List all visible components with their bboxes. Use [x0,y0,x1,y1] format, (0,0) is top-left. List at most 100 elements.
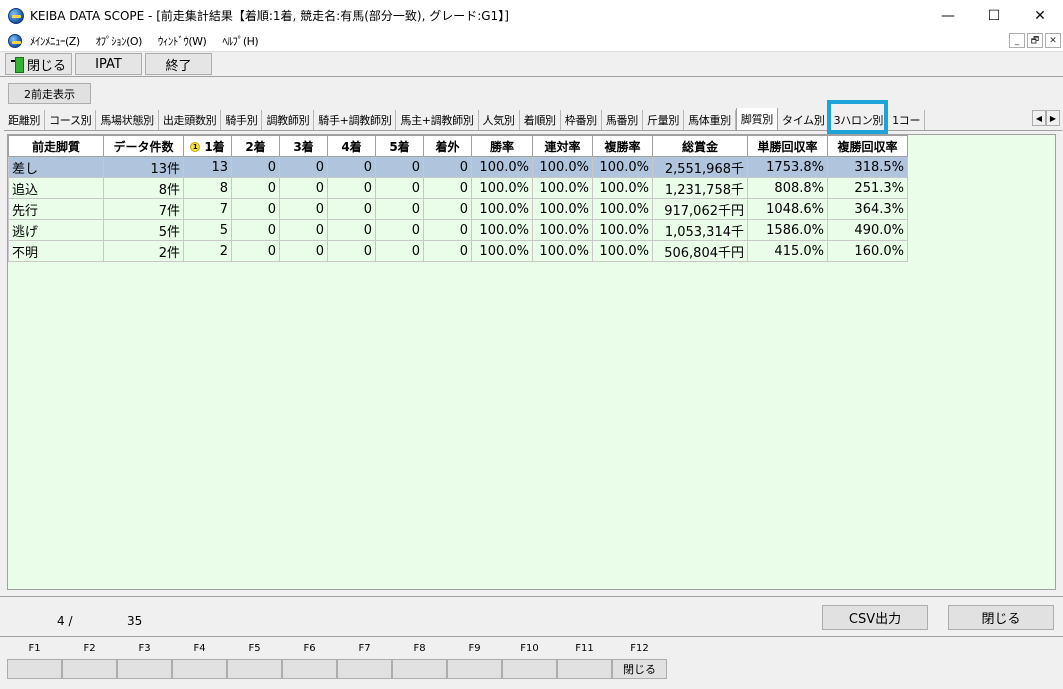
col-header-total-prize[interactable]: 総賞金 [652,135,748,157]
record-total: 35 [127,614,143,628]
cell: 0 [327,156,376,178]
exit-door-icon [10,57,24,73]
results-table: 前走脚質 データ件数 1 1着 2着 3着 4着 5着 着外 勝率 連対率 複勝率… [8,135,908,262]
mdi-close-button[interactable]: ✕ [1045,33,1061,48]
tab-jockey[interactable]: 騎手別 [221,110,263,130]
minimize-button[interactable]: — [925,0,971,31]
tab-body-weight[interactable]: 馬体重別 [684,110,736,130]
tab-time[interactable]: タイム別 [778,110,830,130]
fkey-f5: F5 [227,637,282,679]
cell: 8件 [103,177,184,199]
toolbar-close-button[interactable]: 閉じる [5,53,72,75]
col-header-3rd[interactable]: 3着 [279,135,328,157]
cell: 100.0% [471,219,533,241]
menu-main[interactable]: ﾒｲﾝﾒﾆｭｰ(Z) [30,33,80,49]
col-header-2nd[interactable]: 2着 [231,135,280,157]
col-header-4th[interactable]: 4着 [327,135,376,157]
col-header-win-return[interactable]: 単勝回収率 [747,135,828,157]
maximize-button[interactable]: ☐ [971,0,1017,31]
tab-frame[interactable]: 枠番別 [561,110,602,130]
prev-race-2-button[interactable]: 2前走表示 [8,83,91,104]
cell: 1,053,314千 [652,219,748,241]
table-row[interactable]: 逃げ 5件 5 0 0 0 0 0 100.0% 100.0% 100.0% 1… [8,219,908,241]
fkey-button[interactable] [227,659,282,679]
cell: 0 [231,177,280,199]
col-header-running-style[interactable]: 前走脚質 [8,135,104,157]
cell: 251.3% [827,177,908,199]
fkey-f12-close-button[interactable]: 閉じる [612,659,667,679]
tab-scroll-buttons: ◀ ▶ [1032,110,1060,126]
col-header-5th[interactable]: 5着 [375,135,424,157]
fkey-button[interactable] [62,659,117,679]
col-header-out[interactable]: 着外 [423,135,472,157]
fkey-f9: F9 [447,637,502,679]
cell: 7 [183,198,232,220]
tab-corner1[interactable]: 1コー [888,110,926,130]
col-header-data-count[interactable]: データ件数 [103,135,184,157]
tab-trainer[interactable]: 調教師別 [262,110,315,130]
mdi-globe-icon[interactable] [8,34,22,48]
cell: 0 [279,156,328,178]
table-row[interactable]: 差し 13件 13 0 0 0 0 0 100.0% 100.0% 100.0%… [8,156,908,178]
csv-export-button[interactable]: CSV出力 [822,605,928,630]
fkey-button[interactable] [557,659,612,679]
fkey-button[interactable] [282,659,337,679]
table-row[interactable]: 追込 8件 8 0 0 0 0 0 100.0% 100.0% 100.0% 1… [8,177,908,199]
tab-popularity[interactable]: 人気別 [479,110,520,130]
cell: 追込 [8,177,104,199]
menu-help[interactable]: ﾍﾙﾌﾟ(H) [222,33,258,49]
col-header-quinella-rate[interactable]: 連対率 [532,135,593,157]
exit-button[interactable]: 終了 [145,53,212,75]
col-header-show-rate[interactable]: 複勝率 [592,135,653,157]
cell: 0 [375,156,424,178]
fkey-button[interactable] [392,659,447,679]
cell: 100.0% [532,219,593,241]
table-row[interactable]: 先行 7件 7 0 0 0 0 0 100.0% 100.0% 100.0% 9… [8,198,908,220]
fkey-button[interactable] [447,659,502,679]
fkey-button[interactable] [337,659,392,679]
col-header-win-rate[interactable]: 勝率 [471,135,533,157]
tab-field-size[interactable]: 出走頭数別 [159,110,222,130]
cell: 0 [231,219,280,241]
mdi-restore-button[interactable]: 🗗 [1027,33,1043,48]
tab-finish[interactable]: 着順別 [520,110,561,130]
fkey-button[interactable] [502,659,557,679]
col-header-1st[interactable]: 1 1着 [183,135,232,157]
cell: 917,062千円 [652,198,748,220]
fkey-button[interactable] [172,659,227,679]
menu-options[interactable]: ｵﾌﾟｼｮﾝ(O) [96,33,143,49]
fkey-button[interactable] [7,659,62,679]
window-controls: — ☐ ✕ [925,0,1063,31]
tab-3furlong[interactable]: 3ハロン別 [830,110,889,130]
col-header-show-return[interactable]: 複勝回収率 [827,135,908,157]
tab-running-style[interactable]: 脚質別 [735,108,778,130]
tab-scroll-left-button[interactable]: ◀ [1032,110,1046,126]
cell: 5 [183,219,232,241]
tab-distance[interactable]: 距離別 [4,110,46,130]
fkey-label: F4 [193,642,206,654]
menu-window[interactable]: ｳｨﾝﾄﾞｳ(W) [158,33,207,49]
results-grid[interactable]: 前走脚質 データ件数 1 1着 2着 3着 4着 5着 着外 勝率 連対率 複勝率… [7,134,1056,590]
table-row[interactable]: 不明 2件 2 0 0 0 0 0 100.0% 100.0% 100.0% 5… [8,240,908,262]
close-window-button[interactable]: ✕ [1017,0,1063,31]
cell: 100.0% [592,156,653,178]
cell: 0 [375,219,424,241]
cell: 0 [375,198,424,220]
cell: 100.0% [532,198,593,220]
tab-track-condition[interactable]: 馬場状態別 [96,110,159,130]
close-button[interactable]: 閉じる [948,605,1054,630]
cell: 不明 [8,240,104,262]
tab-horse-number[interactable]: 馬番別 [602,110,643,130]
cell: 1586.0% [747,219,828,241]
tab-course[interactable]: コース別 [45,110,97,130]
tab-jockey-trainer[interactable]: 騎手+調教師別 [314,110,397,130]
ipat-button[interactable]: IPAT [75,53,142,75]
title-bar: KEIBA DATA SCOPE - [前走集計結果【着順:1着, 競走名:有馬… [0,0,1063,31]
fkey-button[interactable] [117,659,172,679]
tab-owner-trainer[interactable]: 馬主+調教師別 [396,110,479,130]
cell: 100.0% [532,156,593,178]
mdi-minimize-button[interactable]: _ [1009,33,1025,48]
tab-scroll-right-button[interactable]: ▶ [1046,110,1060,126]
cell: 0 [279,219,328,241]
tab-weight-carried[interactable]: 斤量別 [643,110,685,130]
